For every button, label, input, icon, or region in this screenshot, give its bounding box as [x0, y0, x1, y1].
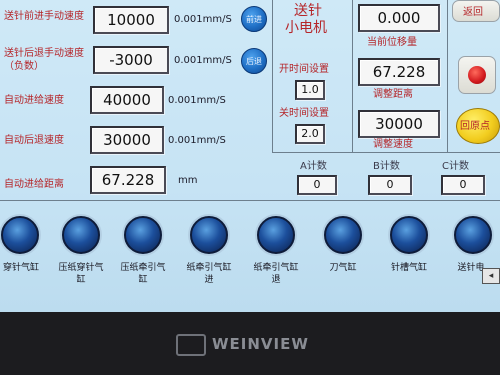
bezel-logo-icon [176, 334, 206, 356]
row1-unit: 0.001mm/S [174, 14, 232, 25]
red-indicator-icon [468, 66, 486, 84]
row5-label: 自动进给距离 [4, 179, 64, 190]
bezel-brand-text: WEINVIEW [212, 335, 309, 353]
cylinder-button-needle-feed-motor[interactable] [454, 216, 492, 254]
row2-label: 送针后退手动速度（负数） [4, 48, 84, 72]
cylinder-button-paper-pull-back[interactable] [257, 216, 295, 254]
stop-button[interactable] [458, 56, 496, 94]
counter-b-label: B计数 [373, 161, 400, 172]
return-button-label: 返回 [463, 7, 483, 18]
cylinder-label-paper-pull-back: 纸牵引气缸退 [253, 263, 299, 285]
row1-label: 送针前进手动速度 [4, 11, 84, 22]
motor-title-line2: 小电机 [285, 20, 327, 36]
row2-value-field[interactable]: -3000 [93, 46, 169, 74]
open-time-field[interactable]: 1.0 [295, 80, 325, 100]
counter-b-field: 0 [368, 175, 412, 195]
adjust-speed-label: 调整速度 [373, 139, 413, 150]
return-button[interactable]: 返回 [452, 0, 500, 22]
row1-value-field[interactable]: 10000 [93, 6, 169, 34]
adjust-distance-field[interactable]: 67.228 [358, 58, 440, 86]
cylinder-button-needle-threading[interactable] [1, 216, 39, 254]
cylinder-button-paper-pull-forward[interactable] [190, 216, 228, 254]
counter-a-field: 0 [297, 175, 337, 195]
cylinder-button-paper-press-thread[interactable] [62, 216, 100, 254]
cylinder-button-knife[interactable] [324, 216, 362, 254]
row5-value-field[interactable]: 67.228 [90, 166, 166, 194]
cylinder-label-paper-pull-forward: 纸牵引气缸进 [186, 263, 232, 285]
row4-value-field[interactable]: 30000 [90, 126, 164, 154]
row3-value-field[interactable]: 40000 [90, 86, 164, 114]
divider-vertical-mid [352, 0, 353, 152]
row3-unit: 0.001mm/S [168, 95, 226, 106]
cylinder-label-needle-threading: 穿针气缸 [2, 263, 39, 273]
divider-vertical-right [447, 0, 448, 152]
cylinder-label-knife: 刀气缸 [329, 263, 357, 273]
jog-forward-button[interactable]: 前进 [241, 6, 267, 32]
cylinder-button-paper-press-pull[interactable] [124, 216, 162, 254]
counter-c-label: C计数 [442, 161, 469, 172]
divider-horizontal-lower [0, 200, 500, 201]
cylinder-label-paper-press-thread: 压纸穿针气缸 [58, 263, 104, 285]
close-time-field[interactable]: 2.0 [295, 124, 325, 144]
cylinder-label-paper-press-pull: 压纸牵引气缸 [120, 263, 166, 285]
open-time-label: 开时间设置 [279, 64, 329, 75]
adjust-speed-field[interactable]: 30000 [358, 110, 440, 138]
counter-c-field: 0 [441, 175, 485, 195]
row2-unit: 0.001mm/S [174, 55, 232, 66]
side-scroll-tab[interactable]: ◂ [482, 268, 500, 284]
divider-horizontal-upper [272, 152, 500, 153]
home-button[interactable]: 回原点 [456, 108, 500, 144]
row3-label: 自动进给速度 [4, 95, 64, 106]
row4-unit: 0.001mm/S [168, 135, 226, 146]
home-button-label: 回原点 [460, 121, 490, 132]
adjust-distance-label: 调整距离 [373, 89, 413, 100]
jog-backward-button[interactable]: 后退 [241, 48, 267, 74]
close-time-label: 关时间设置 [279, 108, 329, 119]
cylinder-label-needle-groove: 针槽气缸 [390, 263, 427, 273]
divider-vertical-left [272, 0, 273, 152]
current-position-label: 当前位移量 [367, 37, 417, 48]
cylinder-button-needle-groove[interactable] [390, 216, 428, 254]
motor-title-line1: 送针 [294, 3, 322, 19]
current-position-field: 0.000 [358, 4, 440, 32]
row4-label: 自动后退速度 [4, 135, 64, 146]
row5-unit: mm [178, 175, 198, 186]
hmi-screen: 送针前进手动速度 10000 0.001mm/S 前进 送针后退手动速度（负数）… [0, 0, 500, 312]
counter-a-label: A计数 [300, 161, 327, 172]
